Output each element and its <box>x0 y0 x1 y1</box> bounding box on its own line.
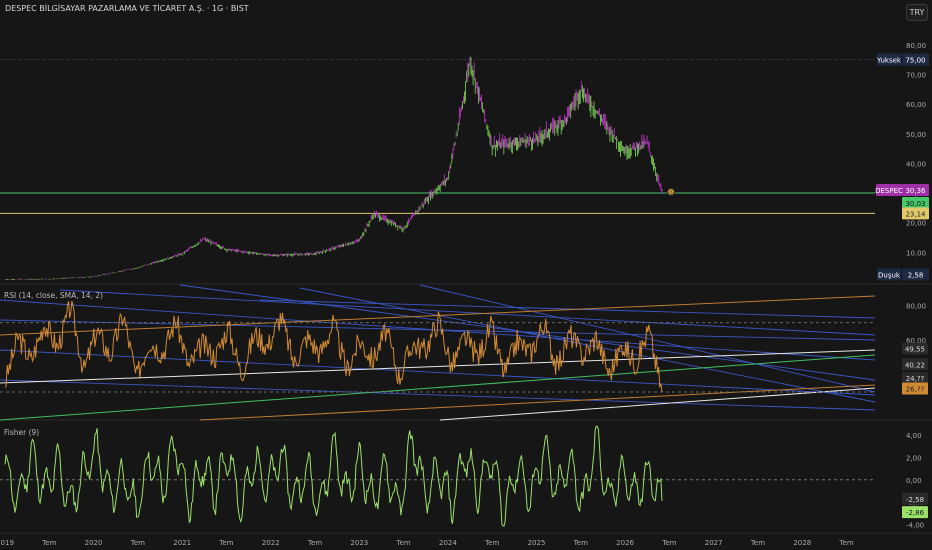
last-price-tag: 30,36 <box>905 187 926 195</box>
symbol-title: DESPEC BİLGİSAYAR PAZARLAMA VE TİCARET A… <box>5 4 249 13</box>
price-y-tick: 80,00 <box>906 42 926 50</box>
x-tick-label: 2021 <box>173 539 191 547</box>
fisher-pane[interactable] <box>0 425 875 527</box>
x-tick-label: Tem <box>130 539 145 547</box>
x-tick-label: 2025 <box>528 539 546 547</box>
x-tick-label: Tem <box>307 539 322 547</box>
x-tick-label: Tem <box>41 539 56 547</box>
x-tick-label: 2024 <box>439 539 457 547</box>
price-y-tick: 40,00 <box>906 160 926 168</box>
fisher-line[interactable] <box>4 425 663 527</box>
price-tags: 75,00Yuksek 2,58 Duşuk 30,36DESPEC30,03 23,1… <box>875 53 929 519</box>
fisher-y-tick: 0,00 <box>906 477 922 485</box>
rsi-value-tag: 40,22 <box>905 361 925 369</box>
yellow-line-tag: 23,14 <box>905 210 926 218</box>
rsi-trendlines <box>0 284 876 421</box>
price-pane[interactable]: 0 <box>0 56 875 281</box>
x-tick-label: 2026 <box>616 539 634 547</box>
rsi-value-tag: 24,?? <box>906 375 925 383</box>
x-tick-label: 2027 <box>705 539 723 547</box>
low-value-tag: 2,58 <box>908 271 924 279</box>
rsi-value-tag: 26,?? <box>906 386 925 394</box>
event-marker-label: 0 <box>669 190 673 196</box>
high-value-tag: 75,00 <box>905 57 925 65</box>
rsi-label[interactable]: RSI (14, close, SMA, 14, 2) <box>4 291 103 300</box>
price-y-tick: 10,00 <box>906 249 926 257</box>
rsi-value-tag: 49,55 <box>905 346 925 354</box>
price-y-tick: 60,00 <box>906 101 926 109</box>
currency-button[interactable]: TRY <box>906 4 928 21</box>
x-tick-label: Tem <box>838 539 853 547</box>
x-tick-label: 2019 <box>0 539 14 547</box>
green-line-tag: 30,03 <box>905 200 925 208</box>
chart-canvas[interactable]: 0 2019 Tem 2020 Tem 2021 Tem 2022 Tem 2023 Tem 202… <box>0 0 932 550</box>
rsi-y-tick: 80,00 <box>906 302 926 310</box>
x-tick-label: Tem <box>218 539 233 547</box>
trendline-green <box>0 354 876 421</box>
trendline-blue <box>259 299 876 319</box>
x-tick-label: 2020 <box>85 539 103 547</box>
x-tick-label: 2022 <box>262 539 280 547</box>
x-tick-label: Tem <box>484 539 499 547</box>
x-tick-label: Tem <box>396 539 411 547</box>
x-tick-label: Tem <box>750 539 765 547</box>
x-tick-label: Tem <box>573 539 588 547</box>
x-tick-label: Tem <box>661 539 676 547</box>
x-tick-label: 2023 <box>350 539 368 547</box>
trendline-blue <box>299 287 876 403</box>
fisher-y-tick: 2,00 <box>906 454 922 462</box>
fisher-label[interactable]: Fisher (9) <box>4 428 39 437</box>
fisher-value-tag: -2,86 <box>906 509 925 517</box>
x-tick-label: 2028 <box>793 539 811 547</box>
price-y-tick: 70,00 <box>906 71 926 79</box>
symbol-tag: DESPEC <box>875 187 903 195</box>
trendline-blue <box>0 349 876 396</box>
high-label-tag: Yuksek <box>876 57 902 65</box>
trendline-blue <box>0 379 876 411</box>
fisher-y-tick: -4,00 <box>906 521 924 529</box>
low-label-tag: Duşuk <box>878 271 901 279</box>
trendline-white <box>0 349 876 384</box>
fisher-y-tick: 4,00 <box>906 432 922 440</box>
fisher-value-tag: -2,58 <box>906 496 924 504</box>
price-y-tick: 20,00 <box>906 220 926 228</box>
price-y-tick: 50,00 <box>906 131 926 139</box>
